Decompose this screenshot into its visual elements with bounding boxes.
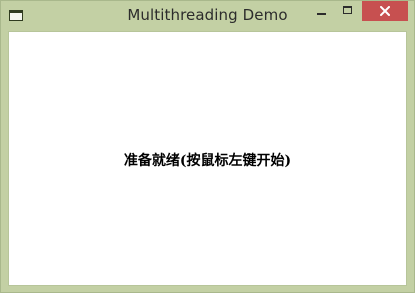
title-bar[interactable]: Multithreading Demo	[1, 1, 414, 31]
client-area[interactable]: 准备就绪(按鼠标左键开始)	[8, 31, 407, 286]
maximize-button[interactable]	[334, 1, 361, 21]
status-text: 准备就绪(按鼠标左键开始)	[123, 153, 292, 169]
minimize-button[interactable]	[308, 1, 334, 21]
maximize-icon	[343, 6, 352, 14]
close-button[interactable]	[362, 1, 408, 21]
app-window: Multithreading Demo 准备就绪(按鼠标左键开始)	[0, 0, 415, 293]
minimize-icon	[317, 13, 326, 15]
window-icon[interactable]	[9, 10, 23, 21]
close-icon	[380, 6, 390, 16]
